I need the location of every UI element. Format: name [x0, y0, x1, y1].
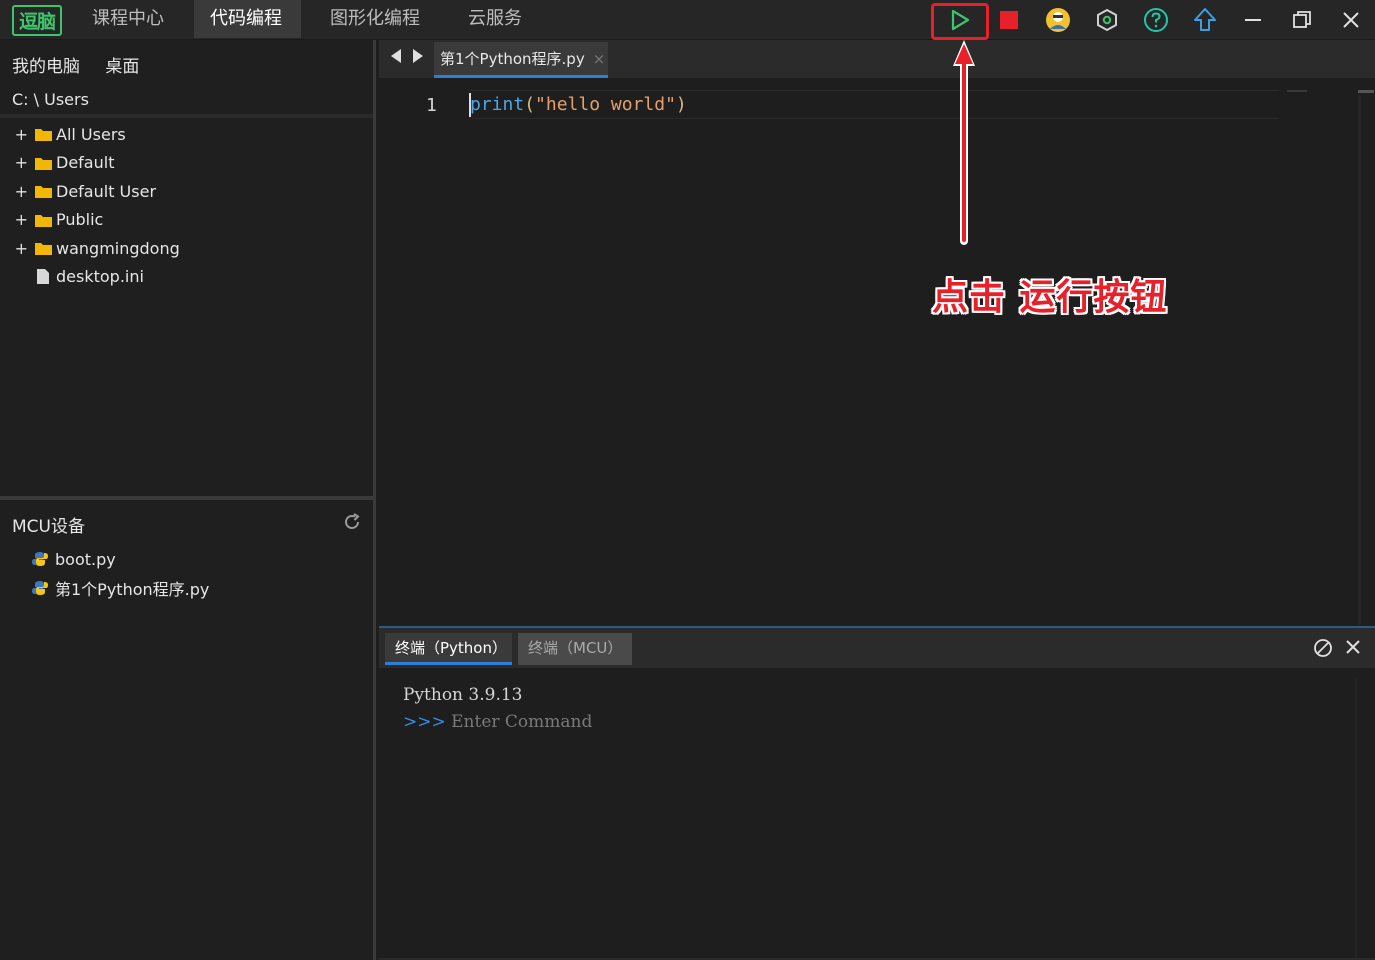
text-cursor	[469, 93, 471, 117]
code-editor[interactable]	[379, 78, 1375, 626]
tab-terminal-mcu[interactable]: 终端（MCU）	[518, 633, 632, 665]
nav-tab-graphic[interactable]: 图形化编程	[314, 0, 436, 38]
tree-item-label: Public	[56, 210, 104, 230]
file-explorer-panel: 我的电脑 桌面 C: \ Users + All Users + Default…	[0, 40, 376, 960]
close-terminal-icon[interactable]	[1344, 638, 1366, 660]
python-file-icon	[32, 579, 52, 597]
location-tabs: 我的电脑 桌面	[12, 52, 159, 77]
expand-icon[interactable]: +	[10, 210, 32, 229]
tree-item-label: wangmingdong	[56, 238, 180, 258]
tree-item-public[interactable]: + Public	[0, 206, 373, 235]
line-number: 1	[426, 95, 437, 116]
tree-item-label: desktop.ini	[56, 267, 144, 287]
tree-item-all-users[interactable]: + All Users	[0, 120, 373, 149]
annotation-arrow-icon	[953, 40, 975, 245]
file-tab-label: 第1个Python程序.py	[440, 50, 585, 68]
annotation-text: 点击 运行按钮	[932, 277, 1168, 318]
tab-terminal-python[interactable]: 终端（Python）	[385, 633, 512, 665]
mcu-title: MCU设备	[12, 517, 85, 537]
mcu-file-boot[interactable]: boot.py	[0, 545, 373, 574]
path-breadcrumb[interactable]: C: \ Users	[12, 90, 89, 109]
code-function: print	[470, 94, 525, 115]
nav-tab-code[interactable]: 代码编程	[194, 0, 301, 38]
folder-icon	[32, 125, 54, 143]
refresh-icon[interactable]	[342, 512, 364, 534]
file-icon	[32, 268, 54, 286]
tab-my-computer[interactable]: 我的电脑	[12, 57, 80, 77]
editor-scroll-track[interactable]	[1358, 95, 1361, 625]
help-icon[interactable]	[1140, 4, 1172, 36]
code-line[interactable]: print("hello world")	[470, 94, 687, 115]
code-string: "hello world"	[535, 94, 676, 115]
upload-icon[interactable]	[1189, 4, 1221, 36]
settings-hex-icon[interactable]	[1091, 4, 1123, 36]
expand-icon[interactable]: +	[10, 182, 32, 201]
tree-item-label: Default User	[56, 181, 157, 201]
code-paren-close: )	[675, 94, 687, 115]
folder-icon	[32, 182, 54, 200]
tree-item-label: Default	[56, 153, 115, 173]
terminal-version-line: Python 3.9.13	[403, 685, 523, 705]
tree-item-label: All Users	[56, 124, 126, 144]
file-tree: + All Users + Default + Default User + P…	[0, 120, 373, 291]
path-divider	[0, 114, 373, 118]
minimap[interactable]	[1287, 90, 1307, 92]
run-button-highlight	[931, 3, 989, 40]
terminal-prompt: >>>	[403, 712, 446, 732]
tab-scroll-right-icon[interactable]	[412, 48, 426, 64]
editor-file-tab[interactable]: 第1个Python程序.py ×	[434, 42, 608, 78]
folder-icon	[32, 154, 54, 172]
close-icon[interactable]	[1335, 4, 1367, 36]
user-avatar-icon[interactable]	[1042, 4, 1074, 36]
mcu-file-label: 第1个Python程序.py	[55, 579, 210, 599]
close-tab-icon[interactable]: ×	[593, 50, 606, 68]
minimize-icon[interactable]	[1237, 4, 1269, 36]
terminal-scrollbar[interactable]	[1355, 678, 1357, 960]
mcu-divider[interactable]	[0, 496, 373, 500]
stop-icon[interactable]	[993, 4, 1025, 36]
tree-item-desktop-ini[interactable]: desktop.ini	[0, 263, 373, 292]
app-logo: 逗脑	[12, 5, 62, 36]
mcu-file-first-program[interactable]: 第1个Python程序.py	[0, 574, 373, 603]
mcu-file-list: boot.py 第1个Python程序.py	[0, 545, 373, 602]
expand-icon[interactable]: +	[10, 239, 32, 258]
editor-scrollbar[interactable]	[1358, 90, 1374, 93]
mcu-file-label: boot.py	[55, 549, 116, 569]
tab-scroll-left-icon[interactable]	[390, 48, 404, 64]
code-paren-open: (	[524, 94, 536, 115]
nav-tab-courses[interactable]: 课程中心	[76, 0, 180, 38]
tree-item-wangmingdong[interactable]: + wangmingdong	[0, 234, 373, 263]
tree-item-default-user[interactable]: + Default User	[0, 177, 373, 206]
terminal-input-placeholder[interactable]: Enter Command	[446, 712, 592, 732]
expand-icon[interactable]: +	[10, 153, 32, 172]
tab-desktop[interactable]: 桌面	[105, 57, 139, 77]
clear-icon[interactable]	[1313, 638, 1335, 660]
folder-icon	[32, 239, 54, 257]
terminal-input-line[interactable]: >>> Enter Command	[403, 712, 592, 732]
expand-icon[interactable]: +	[10, 125, 32, 144]
folder-icon	[32, 211, 54, 229]
nav-tab-cloud[interactable]: 云服务	[452, 0, 538, 38]
tree-item-default[interactable]: + Default	[0, 149, 373, 178]
restore-icon[interactable]	[1286, 4, 1318, 36]
python-file-icon	[32, 550, 52, 568]
title-bar: 逗脑 课程中心 代码编程 图形化编程 云服务	[0, 0, 1375, 40]
